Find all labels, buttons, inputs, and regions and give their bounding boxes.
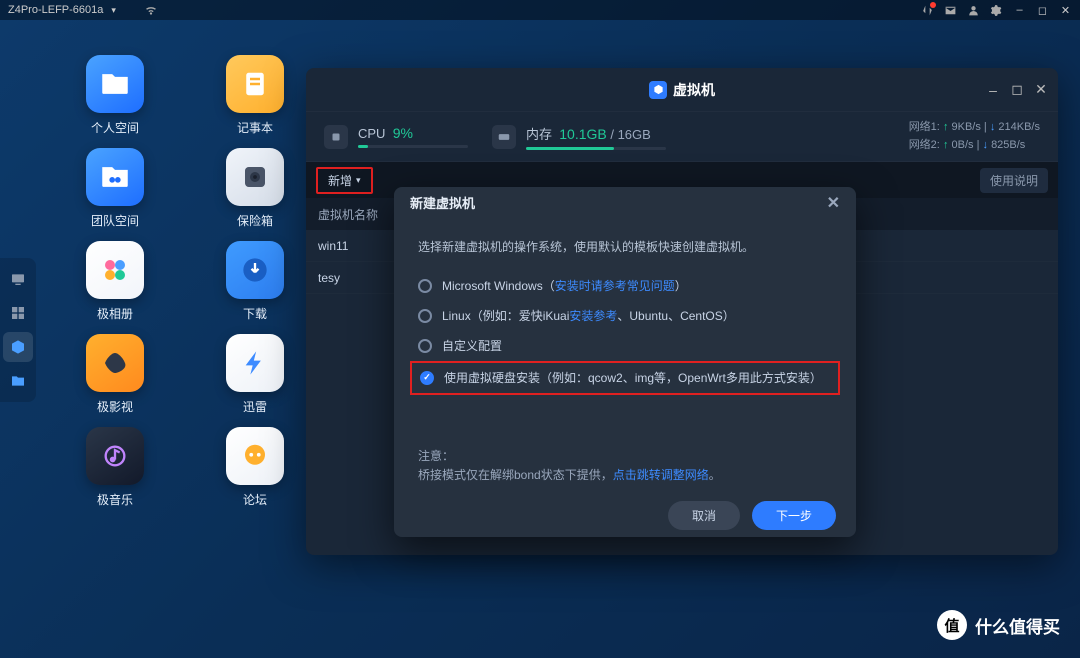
help-button[interactable]: 使用说明 <box>980 168 1048 193</box>
memory-icon <box>492 125 516 149</box>
col-name: 虚拟机名称 <box>318 206 378 223</box>
dock-item-files[interactable] <box>3 366 33 396</box>
network-stats: 网络1: ↑ 9KB/s | ↓ 214KB/s 网络2: ↑ 0B/s | ↓… <box>909 119 1040 154</box>
radio-icon <box>418 279 432 293</box>
hostname-dropdown-icon[interactable]: ▾ <box>111 5 116 16</box>
desktop-icon-label: 记事本 <box>237 119 273 136</box>
radio-checked-icon <box>420 371 434 385</box>
modal-hint: 选择新建虚拟机的操作系统，使用默认的模板快速创建虚拟机。 <box>418 238 832 255</box>
dock-item-1[interactable] <box>3 264 33 294</box>
desktop-icon-label: 论坛 <box>243 491 267 508</box>
desktop-icon-5[interactable]: 下载 <box>195 241 315 322</box>
desktop-icon-0[interactable]: 个人空间 <box>55 55 175 136</box>
desktop-icon-3[interactable]: 保险箱 <box>195 148 315 229</box>
desktop-icon-label: 极影视 <box>97 398 133 415</box>
radio-icon <box>418 339 432 353</box>
add-vm-button[interactable]: 新增▾ <box>316 167 373 194</box>
desktop-icon-label: 团队空间 <box>91 212 139 229</box>
minimize-icon[interactable]: – <box>1013 4 1026 17</box>
cpu-stat: CPU 9% <box>324 125 468 149</box>
vm-maximize-icon[interactable]: ◻ <box>1010 83 1024 97</box>
option-custom[interactable]: 自定义配置 <box>418 331 832 361</box>
network-link[interactable]: 点击跳转调整网络 <box>613 468 709 482</box>
vm-window-title: 虚拟机 <box>673 80 715 100</box>
left-dock <box>0 258 36 402</box>
desktop-icon-label: 保险箱 <box>237 212 273 229</box>
wifi-icon[interactable] <box>144 3 158 17</box>
new-vm-modal: 新建虚拟机 ✕ 选择新建虚拟机的操作系统，使用默认的模板快速创建虚拟机。 Mic… <box>394 187 856 537</box>
desktop-icon-4[interactable]: 极相册 <box>55 241 175 322</box>
vm-window-titlebar: 虚拟机 – ◻ ✕ <box>306 68 1058 112</box>
close-icon[interactable]: ✕ <box>1059 4 1072 17</box>
desktop-icon-6[interactable]: 极影视 <box>55 334 175 415</box>
next-button[interactable]: 下一步 <box>752 501 836 530</box>
desktop-icon-1[interactable]: 记事本 <box>195 55 315 136</box>
maximize-icon[interactable]: ◻ <box>1036 4 1049 17</box>
modal-title: 新建虚拟机 <box>410 193 475 212</box>
desktop-icons-grid: 个人空间 记事本团队空间 保险箱极相册 下载极影视 迅雷极音乐 论坛 <box>55 55 335 508</box>
transfer-icon[interactable] <box>921 4 934 17</box>
desktop-icon-label: 个人空间 <box>91 119 139 136</box>
vm-stats-bar: CPU 9% 内存 10.1GB / 16GB 网络1: ↑ 9KB/s | ↓… <box>306 112 1058 162</box>
desktop-icon-label: 极相册 <box>97 305 133 322</box>
chevron-down-icon: ▾ <box>356 175 361 186</box>
hostname-label[interactable]: Z4Pro-LEFP-6601a <box>8 4 103 16</box>
memory-stat: 内存 10.1GB / 16GB <box>492 124 666 150</box>
option-windows[interactable]: Microsoft Windows（安装时请参考常见问题） <box>418 271 832 301</box>
cpu-icon <box>324 125 348 149</box>
modal-note: 注意： 桥接模式仅在解绑bond状态下提供，点击跳转调整网络。 <box>418 447 832 485</box>
desktop-icon-label: 迅雷 <box>243 398 267 415</box>
radio-icon <box>418 309 432 323</box>
user-icon[interactable] <box>967 4 980 17</box>
desktop-icon-7[interactable]: 迅雷 <box>195 334 315 415</box>
dock-item-2[interactable] <box>3 298 33 328</box>
desktop-icon-label: 极音乐 <box>97 491 133 508</box>
system-topbar: Z4Pro-LEFP-6601a ▾ – ◻ ✕ <box>0 0 1080 20</box>
dock-item-vm[interactable] <box>3 332 33 362</box>
desktop-icon-9[interactable]: 论坛 <box>195 427 315 508</box>
modal-close-icon[interactable]: ✕ <box>827 193 840 213</box>
desktop-icon-8[interactable]: 极音乐 <box>55 427 175 508</box>
mail-icon[interactable] <box>944 4 957 17</box>
settings-icon[interactable] <box>990 4 1003 17</box>
watermark: 值 什么值得买 <box>937 610 1060 640</box>
vm-close-icon[interactable]: ✕ <box>1034 83 1048 97</box>
desktop-icon-2[interactable]: 团队空间 <box>55 148 175 229</box>
option-linux[interactable]: Linux（例如：爱快iKuai安装参考、Ubuntu、CentOS） <box>418 301 832 331</box>
watermark-badge: 值 <box>937 610 967 640</box>
vm-minimize-icon[interactable]: – <box>986 83 1000 97</box>
desktop-icon-label: 下载 <box>243 305 267 322</box>
cancel-button[interactable]: 取消 <box>668 501 740 530</box>
option-virtual-disk[interactable]: 使用虚拟硬盘安装（例如：qcow2、img等，OpenWrt多用此方式安装） <box>410 361 840 395</box>
vm-app-icon <box>649 81 667 99</box>
watermark-text: 什么值得买 <box>975 613 1060 638</box>
